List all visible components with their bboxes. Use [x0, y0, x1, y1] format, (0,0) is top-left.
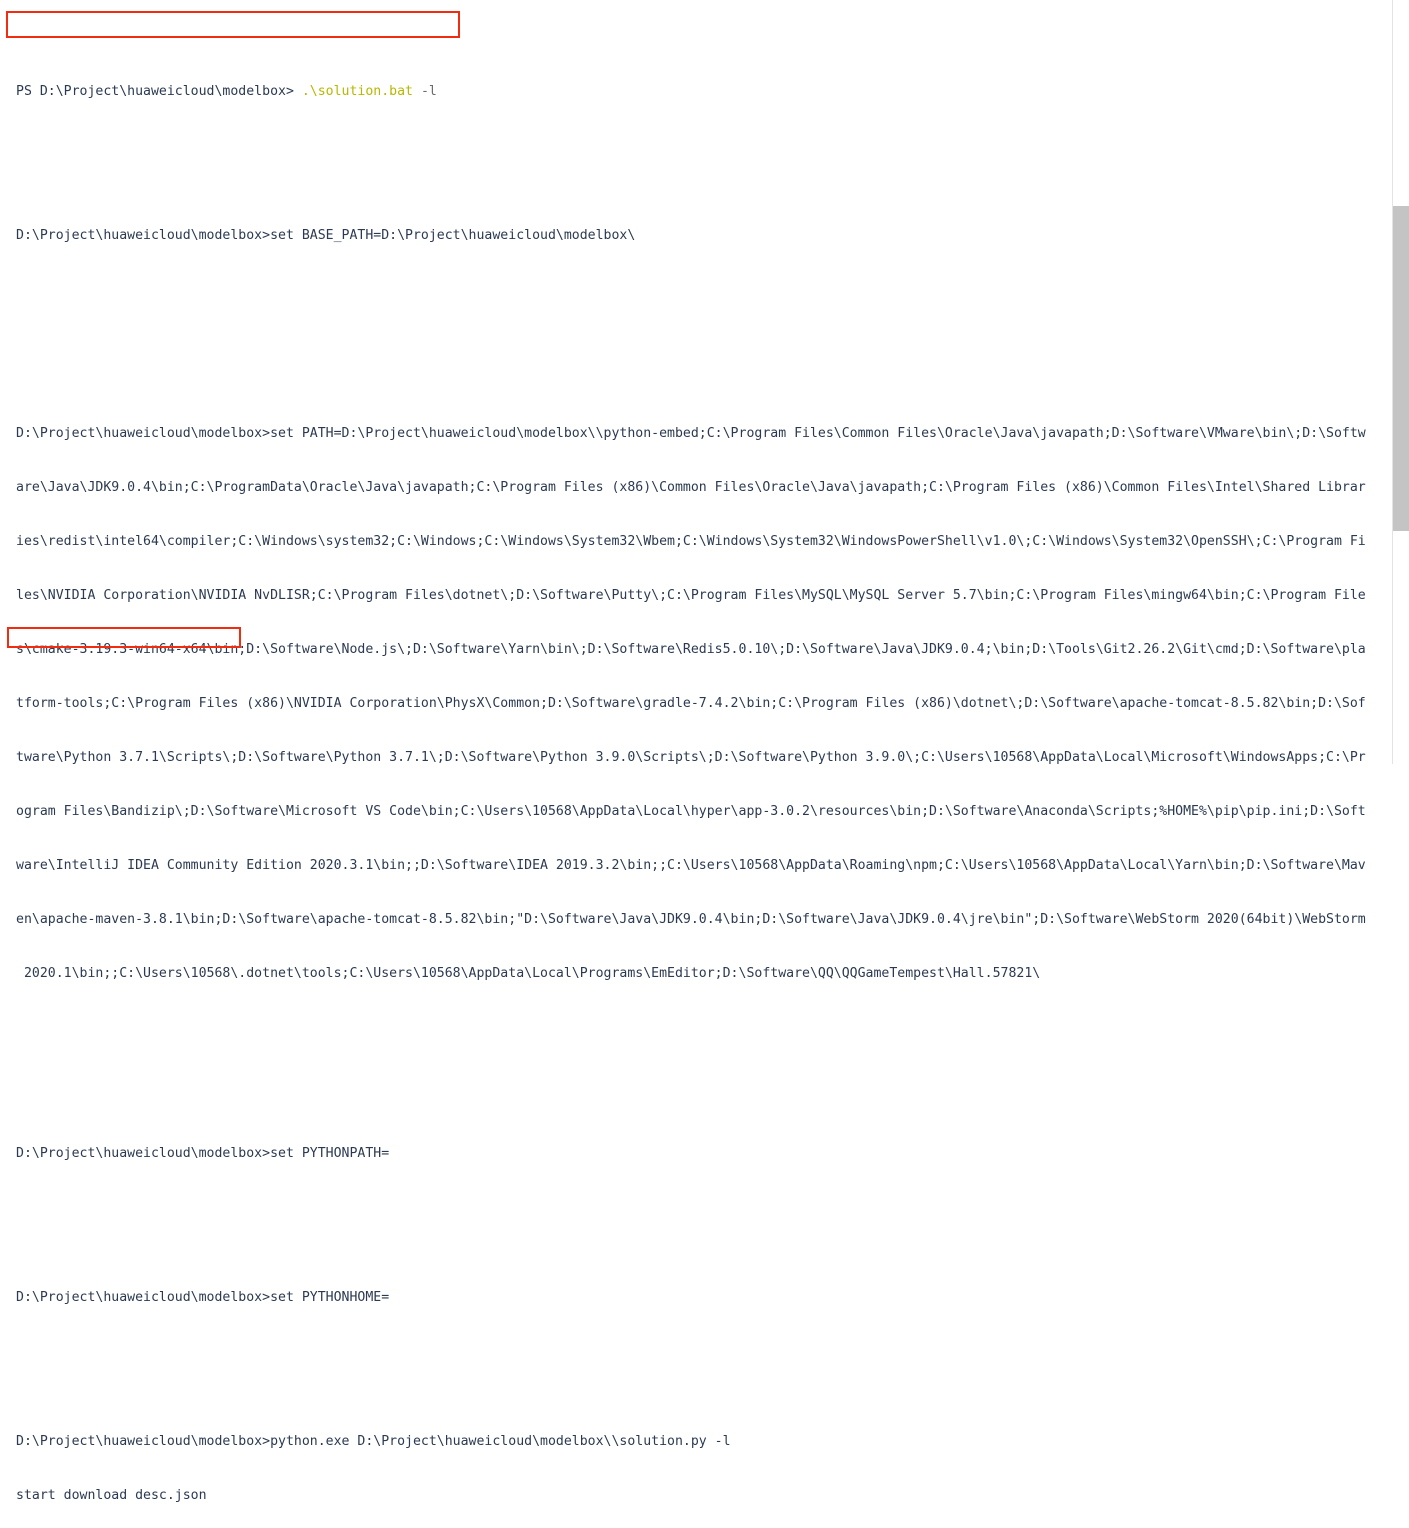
- powershell-prompt: PS D:\Project\huaweicloud\modelbox>: [16, 84, 302, 99]
- path-row: ies\redist\intel64\compiler;C:\Windows\s…: [16, 534, 1366, 549]
- command-name: .\solution.bat: [301, 84, 413, 99]
- path-row: les\NVIDIA Corporation\NVIDIA NvDLISR;C:…: [16, 588, 1366, 603]
- console-output-area[interactable]: PS D:\Project\huaweicloud\modelbox> .\so…: [0, 0, 1393, 1503]
- path-row: ware\IntelliJ IDEA Community Edition 202…: [16, 858, 1366, 873]
- output-run-python: D:\Project\huaweicloud\modelbox>python.e…: [16, 1434, 731, 1449]
- vertical-scrollbar-track[interactable]: [1392, 0, 1409, 764]
- path-row: tware\Python 3.7.1\Scripts\;D:\Software\…: [16, 750, 1366, 765]
- output-set-path-block: D:\Project\huaweicloud\modelbox>set PATH…: [16, 389, 1393, 1019]
- terminal-window[interactable]: PS D:\Project\huaweicloud\modelbox> .\so…: [0, 0, 1409, 1503]
- command-space: [413, 84, 421, 99]
- output-set-base-path: D:\Project\huaweicloud\modelbox>set BASE…: [16, 228, 636, 243]
- output-set-pythonpath: D:\Project\huaweicloud\modelbox>set PYTH…: [16, 1146, 390, 1161]
- path-row: are\Java\JDK9.0.4\bin;C:\ProgramData\Ora…: [16, 480, 1366, 495]
- output-set-pythonhome: D:\Project\huaweicloud\modelbox>set PYTH…: [16, 1290, 390, 1305]
- path-row: D:\Project\huaweicloud\modelbox>set PATH…: [16, 426, 1366, 441]
- path-row: en\apache-maven-3.8.1\bin;D:\Software\ap…: [16, 912, 1366, 927]
- path-row: ogram Files\Bandizip\;D:\Software\Micros…: [16, 804, 1366, 819]
- path-row: tform-tools;C:\Program Files (x86)\NVIDI…: [16, 696, 1366, 711]
- path-row: 2020.1\bin;;C:\Users\10568\.dotnet\tools…: [16, 966, 1041, 981]
- command-line-input: PS D:\Project\huaweicloud\modelbox> .\so…: [16, 83, 1393, 101]
- path-row: s\cmake-3.19.3-win64-x64\bin;D:\Software…: [16, 642, 1366, 657]
- output-start-download: start download desc.json: [16, 1488, 207, 1503]
- command-argument: -l: [420, 84, 437, 99]
- vertical-scrollbar-thumb[interactable]: [1393, 206, 1409, 531]
